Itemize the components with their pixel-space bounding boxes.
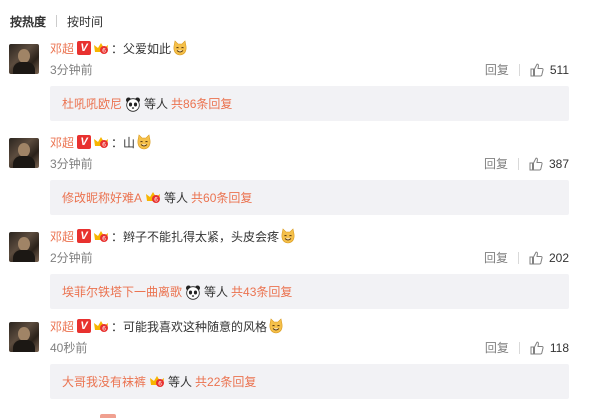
comment-username[interactable]: 邓超 <box>50 134 74 151</box>
vip-crown-icon[interactable]: 6 <box>93 319 109 333</box>
comment-item: 邓超 V 6 ： 可能我喜欢这种随意的风格 40秒前 回复 118 大哥我没有袜… <box>0 318 589 412</box>
reply-etc-label: 等人 <box>168 375 193 389</box>
cat-grin-emoji <box>172 40 188 56</box>
comment-text: 可能我喜欢这种随意的风格 <box>123 319 268 334</box>
reply-summary[interactable]: 杜吼吼欧尼 等人 共86条回复 <box>50 86 569 121</box>
reply-etc-label: 等人 <box>204 285 229 299</box>
sort-tabs: 按热度 按时间 <box>10 12 103 30</box>
panda-icon <box>125 96 141 112</box>
svg-text:6: 6 <box>158 380 162 387</box>
svg-text:6: 6 <box>102 48 106 55</box>
comment-colon: ： <box>111 41 124 56</box>
like-button[interactable]: 202 <box>529 251 569 265</box>
comment-actions: 回复 118 <box>485 339 569 356</box>
reply-username[interactable]: 埃菲尔铁塔下一曲离歌 <box>62 283 182 300</box>
verified-v-icon[interactable]: V <box>77 229 92 243</box>
verified-v-icon[interactable]: V <box>77 319 92 333</box>
thumbs-up-icon <box>530 63 544 76</box>
reply-total-link[interactable]: 共86条回复 <box>171 95 232 112</box>
action-divider <box>518 341 520 354</box>
action-divider <box>517 157 519 170</box>
action-divider <box>518 63 520 76</box>
thumbs-up-icon <box>529 157 543 170</box>
comment-username[interactable]: 邓超 <box>50 40 74 57</box>
comment-text: 山 <box>123 135 136 150</box>
reply-summary[interactable]: 埃菲尔铁塔下一曲离歌 等人 共43条回复 <box>50 274 569 309</box>
comment-header: 邓超 V 6 ： 父爱如此 <box>50 40 188 56</box>
comment-header: 邓超 V 6 ： 可能我喜欢这种随意的风格 <box>50 318 284 334</box>
vip-crown-icon[interactable]: 6 <box>93 229 109 243</box>
sort-by-time-tab[interactable]: 按时间 <box>67 13 103 30</box>
avatar[interactable] <box>9 232 39 262</box>
like-count: 387 <box>548 156 569 171</box>
vip-crown-icon: 6 <box>145 190 161 206</box>
vip-crown-icon[interactable]: 6 <box>93 135 109 149</box>
comment-item: 邓超 V 6 ： 山 3分钟前 回复 387 修改昵称好难A 6 等人 共60条… <box>0 134 589 228</box>
like-count: 202 <box>548 250 569 265</box>
sort-divider <box>56 15 58 27</box>
comment-username[interactable]: 邓超 <box>50 228 74 245</box>
like-button[interactable]: 511 <box>530 63 569 77</box>
reply-button[interactable]: 回复 <box>485 339 509 356</box>
comment-username[interactable]: 邓超 <box>50 318 74 335</box>
comment-text: 父爱如此 <box>123 41 172 56</box>
svg-text:6: 6 <box>154 196 158 203</box>
comment-item: 邓超 V 6 ： 父爱如此 3分钟前 回复 511 杜吼吼欧尼 等人 共86条回… <box>0 40 589 134</box>
cat-grin-emoji <box>268 318 284 334</box>
comment-text: 辫子不能扎得太紧，头皮会疼 <box>123 229 280 244</box>
reply-button[interactable]: 回复 <box>484 249 508 266</box>
comment-item: 邓超 V 6 ： 辫子不能扎得太紧，头皮会疼 2分钟前 回复 202 埃菲尔铁塔… <box>0 228 589 322</box>
comment-time: 3分钟前 <box>50 63 93 77</box>
vip-crown-icon[interactable]: 6 <box>93 41 109 55</box>
reply-etc-label: 等人 <box>164 191 189 205</box>
comment-time: 2分钟前 <box>50 251 93 265</box>
comment-actions: 回复 511 <box>485 61 569 78</box>
reply-button[interactable]: 回复 <box>485 61 509 78</box>
comment-actions: 回复 202 <box>484 249 569 266</box>
thumbs-up-icon <box>529 251 543 264</box>
comment-actions: 回复 387 <box>484 155 569 172</box>
svg-text:6: 6 <box>102 326 106 333</box>
next-comment-partial <box>100 414 116 418</box>
avatar[interactable] <box>9 322 39 352</box>
comment-colon: ： <box>111 229 124 244</box>
reply-username[interactable]: 大哥我没有袜裤 <box>62 373 146 390</box>
comment-colon: ： <box>111 135 124 150</box>
vip-crown-icon: 6 <box>149 374 165 390</box>
comment-time: 40秒前 <box>50 341 88 355</box>
reply-button[interactable]: 回复 <box>484 155 508 172</box>
reply-etc-label: 等人 <box>144 97 169 111</box>
verified-v-icon[interactable]: V <box>77 41 92 55</box>
cat-grin-emoji <box>136 134 152 150</box>
action-divider <box>517 251 519 264</box>
reply-username[interactable]: 修改昵称好难A <box>62 189 142 206</box>
reply-summary[interactable]: 大哥我没有袜裤 6 等人 共22条回复 <box>50 364 569 399</box>
sort-by-hot-tab[interactable]: 按热度 <box>10 13 46 30</box>
like-count: 511 <box>549 62 569 77</box>
comment-header: 邓超 V 6 ： 辫子不能扎得太紧，头皮会疼 <box>50 228 296 244</box>
comment-time: 3分钟前 <box>50 157 93 171</box>
svg-text:6: 6 <box>102 142 106 149</box>
svg-text:6: 6 <box>102 236 106 243</box>
like-button[interactable]: 387 <box>529 157 569 171</box>
panda-icon <box>185 284 201 300</box>
cat-grin-emoji <box>280 228 296 244</box>
reply-username[interactable]: 杜吼吼欧尼 <box>62 95 122 112</box>
thumbs-up-icon <box>530 341 544 354</box>
reply-summary[interactable]: 修改昵称好难A 6 等人 共60条回复 <box>50 180 569 215</box>
reply-total-link[interactable]: 共60条回复 <box>191 189 252 206</box>
verified-v-icon[interactable]: V <box>77 135 92 149</box>
like-button[interactable]: 118 <box>530 341 569 355</box>
reply-total-link[interactable]: 共43条回复 <box>231 283 292 300</box>
reply-total-link[interactable]: 共22条回复 <box>195 373 256 390</box>
comment-colon: ： <box>111 319 124 334</box>
comment-header: 邓超 V 6 ： 山 <box>50 134 152 150</box>
avatar[interactable] <box>9 44 39 74</box>
avatar[interactable] <box>9 138 39 168</box>
like-count: 118 <box>549 340 569 355</box>
